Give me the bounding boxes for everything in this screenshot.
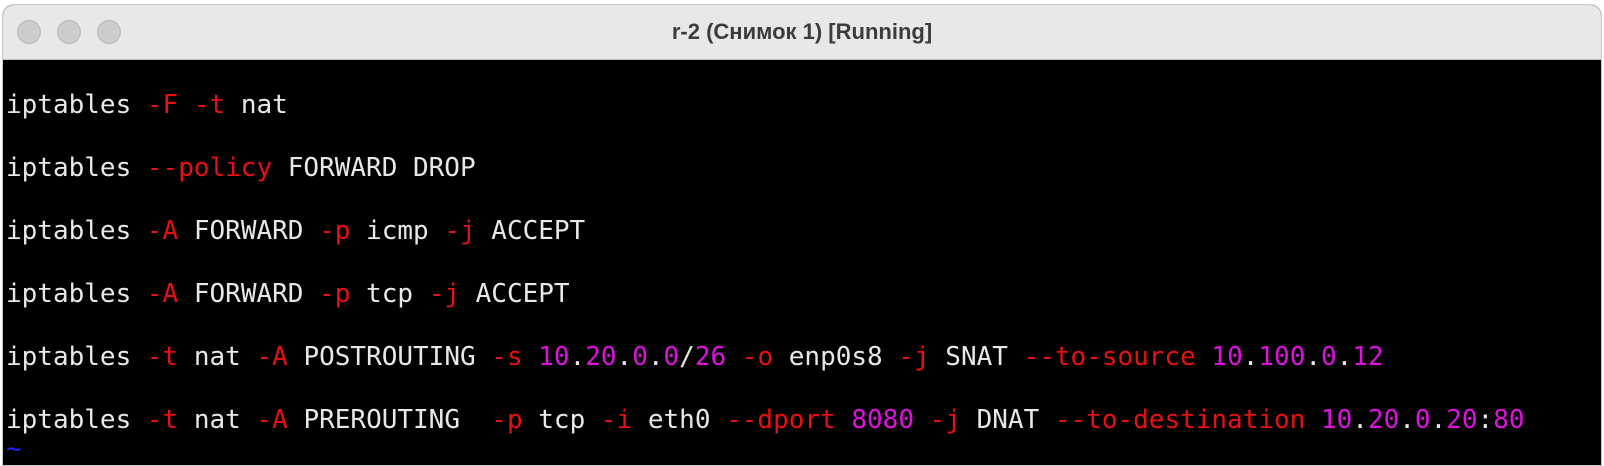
terminal-token: 12 xyxy=(1352,342,1384,372)
terminal-token: . xyxy=(1336,342,1353,372)
terminal-token: -p xyxy=(319,279,351,309)
terminal-token: -t xyxy=(146,405,179,435)
terminal-token: -o xyxy=(741,342,774,372)
terminal-token: -j xyxy=(428,279,460,309)
terminal-token: -p xyxy=(491,405,523,435)
terminal-token: 10 xyxy=(538,342,570,372)
terminal-token: --policy xyxy=(146,153,273,183)
terminal-token: ACCEPT xyxy=(460,279,570,309)
terminal-token: 10 xyxy=(1320,405,1353,435)
terminal-token: . xyxy=(647,342,664,372)
terminal-token: iptables xyxy=(6,342,147,372)
terminal-token: enp0s8 xyxy=(773,342,899,372)
terminal-token: iptables xyxy=(6,279,147,309)
terminal-token: --to-destination xyxy=(1054,405,1306,435)
terminal-token: iptables xyxy=(6,90,147,120)
terminal-token: 0 xyxy=(1321,342,1337,372)
terminal-token: --dport xyxy=(726,405,836,435)
terminal-token: -A xyxy=(256,405,288,435)
terminal-token: iptables xyxy=(6,153,147,183)
title-bar[interactable]: r-2 (Снимок 1) [Running] xyxy=(3,5,1601,60)
terminal-token: icmp xyxy=(350,216,445,246)
terminal-token: 0 xyxy=(1414,405,1431,435)
terminal-token: tcp xyxy=(350,279,429,309)
terminal-token: -A xyxy=(146,216,179,246)
vm-window: r-2 (Снимок 1) [Running] ~ iptables -F -… xyxy=(2,4,1602,466)
terminal-screen[interactable]: ~ iptables -F -t nat iptables --policy FO… xyxy=(3,60,1601,465)
terminal-token: . xyxy=(1399,405,1415,435)
terminal-token: ACCEPT xyxy=(475,216,586,246)
terminal-token: -A xyxy=(256,342,288,372)
terminal-token: . xyxy=(1352,405,1368,435)
terminal-token: PREROUTING xyxy=(287,405,492,435)
terminal-token: 0 xyxy=(632,342,648,372)
terminal-token: nat xyxy=(178,342,257,372)
terminal-token: . xyxy=(1430,405,1447,435)
terminal-token: . xyxy=(616,342,633,372)
terminal-token: / xyxy=(679,342,695,372)
terminal-token: tcp xyxy=(522,405,601,435)
terminal-line: iptables -A FORWARD -p tcp -j ACCEPT xyxy=(6,279,570,309)
terminal-token: . xyxy=(569,342,586,372)
terminal-token: -F -t xyxy=(146,90,226,120)
terminal-token: -p xyxy=(319,216,351,246)
terminal-token: --to-source xyxy=(1023,342,1196,372)
terminal-token: eth0 xyxy=(632,405,727,435)
terminal-line: iptables -A FORWARD -p icmp -j ACCEPT xyxy=(6,216,585,246)
terminal-token: 20 xyxy=(1367,405,1400,435)
terminal-line: iptables -F -t nat xyxy=(6,90,288,120)
terminal-line: iptables -t nat -A POSTROUTING -s 10.20.… xyxy=(6,342,1384,372)
terminal-token: -s xyxy=(491,342,523,372)
terminal-token: 8080 xyxy=(851,405,914,435)
terminal-token: nat xyxy=(178,405,257,435)
terminal-token: FORWARD xyxy=(178,279,320,309)
terminal-token: POSTROUTING xyxy=(287,342,492,372)
terminal-token: . xyxy=(1242,342,1259,372)
window-title: r-2 (Снимок 1) [Running] xyxy=(671,19,933,44)
terminal-token: iptables xyxy=(6,216,147,246)
terminal-token: iptables xyxy=(6,405,147,435)
terminal-token: -j xyxy=(444,216,476,246)
terminal-line: iptables --policy FORWARD DROP xyxy=(6,153,476,183)
terminal-token: -t xyxy=(146,342,179,372)
terminal-token: 80 xyxy=(1493,405,1525,435)
terminal-token: -j xyxy=(929,405,961,435)
terminal-token: 0 xyxy=(663,342,680,372)
terminal-token: : xyxy=(1477,405,1494,435)
terminal-token: FORWARD xyxy=(178,216,320,246)
terminal-token: -A xyxy=(146,279,179,309)
terminal-token: -j xyxy=(898,342,930,372)
terminal-token: 20 xyxy=(585,342,617,372)
vim-empty-line-tilde: ~ xyxy=(6,434,22,464)
terminal-token: DNAT xyxy=(960,405,1055,435)
terminal-token: . xyxy=(1305,342,1322,372)
terminal-token: 26 xyxy=(694,342,727,372)
terminal-token: FORWARD DROP xyxy=(272,153,476,183)
terminal-token: SNAT xyxy=(929,342,1024,372)
terminal-token: 10 xyxy=(1211,342,1243,372)
terminal-token: nat xyxy=(225,90,288,120)
terminal-token: 20 xyxy=(1446,405,1478,435)
terminal-token: 100 xyxy=(1258,342,1306,372)
terminal-line: iptables -t nat -A PREROUTING -p tcp -i … xyxy=(6,405,1525,435)
terminal-token: -i xyxy=(600,405,633,435)
